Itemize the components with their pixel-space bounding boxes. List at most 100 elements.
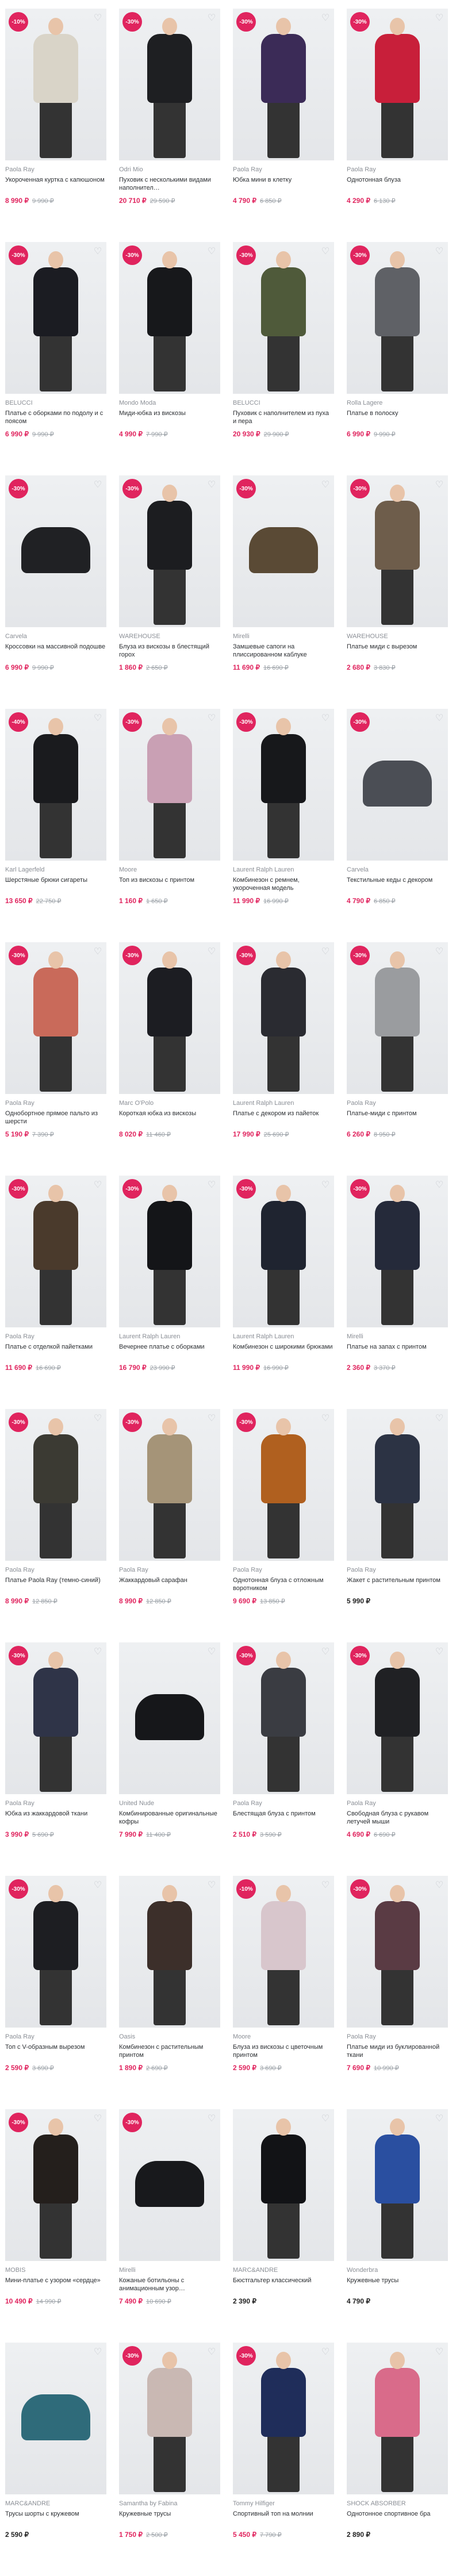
product-brand[interactable]: Rolla Lagere <box>347 400 448 407</box>
product-title[interactable]: Топ с V-образным вырезом <box>5 2043 106 2059</box>
product-title[interactable]: Короткая юбка из вискозы <box>119 1110 220 1126</box>
product-brand[interactable]: Tommy Hilfiger <box>233 2500 334 2508</box>
product-brand[interactable]: Carvela <box>5 633 106 640</box>
product-brand[interactable]: Paola Ray <box>233 1800 334 1807</box>
product-card[interactable]: -30% ♡ Paola Ray Юбка из жаккардовой ткани 3… <box>5 1642 106 1876</box>
product-title[interactable]: Однотонная блуза <box>347 176 448 192</box>
product-card[interactable]: -30% ♡ Mondo Moda Миди-юбка из вискозы 4 990… <box>119 242 220 475</box>
product-brand[interactable]: Paola Ray <box>119 1567 220 1574</box>
product-card[interactable]: -30% ♡ MOBIS Мини-платье с узором «сердце» 1… <box>5 2109 106 2343</box>
product-brand[interactable]: MARC&ANDRE <box>5 2500 106 2508</box>
product-title[interactable]: Жакет с растительным принтом <box>347 1576 448 1592</box>
favorite-heart-icon[interactable]: ♡ <box>434 2114 444 2124</box>
product-title[interactable]: Топ из вискозы с принтом <box>119 876 220 892</box>
product-card[interactable]: -30% ♡ Mirelli Платье на запах с принтом 2 3… <box>347 1176 448 1409</box>
product-brand[interactable]: MARC&ANDRE <box>233 2267 334 2274</box>
product-brand[interactable]: Paola Ray <box>5 1800 106 1807</box>
favorite-heart-icon[interactable]: ♡ <box>93 1647 103 1657</box>
product-card[interactable]: -30% ♡ Paola Ray Юбка мини в клетку 4 790 ₽ 6… <box>233 9 334 242</box>
product-image[interactable]: -30% ♡ <box>5 242 106 394</box>
favorite-heart-icon[interactable]: ♡ <box>320 947 331 957</box>
product-title[interactable]: Платье с оборками по подолу и с поясом <box>5 409 106 425</box>
product-title[interactable]: Блуза из вискозы с цветочным принтом <box>233 2043 334 2059</box>
product-card[interactable]: -30% ♡ Tommy Hilfiger Спортивный топ на мол… <box>233 2343 334 2576</box>
product-title[interactable]: Пуховик с наполнителем из пуха и пера <box>233 409 334 425</box>
product-card[interactable]: ♡ Wonderbra Кружевные трусы 4 790 ₽ <box>347 2109 448 2343</box>
product-title[interactable]: Мини-платье с узором «сердце» <box>5 2276 106 2293</box>
product-image[interactable]: ♡ <box>119 1876 220 2028</box>
favorite-heart-icon[interactable]: ♡ <box>320 1647 331 1657</box>
product-card[interactable]: -30% ♡ Laurent Ralph Lauren Комбинезон с ре… <box>233 709 334 942</box>
favorite-heart-icon[interactable]: ♡ <box>320 2347 331 2358</box>
product-brand[interactable]: Samantha by Fabina <box>119 2500 220 2508</box>
product-title[interactable]: Свободная блуза с рукавом летучей мыши <box>347 1810 448 1826</box>
product-title[interactable]: Комбинезон с широкими брюками <box>233 1343 334 1359</box>
product-title[interactable]: Жаккардовый сарафан <box>119 1576 220 1592</box>
product-image[interactable]: -30% ♡ <box>233 942 334 1094</box>
product-image[interactable]: -30% ♡ <box>347 1176 448 1327</box>
product-title[interactable]: Бюстгальтер классический <box>233 2276 334 2293</box>
favorite-heart-icon[interactable]: ♡ <box>320 713 331 724</box>
product-image[interactable]: ♡ <box>233 2109 334 2261</box>
product-brand[interactable]: Wonderbra <box>347 2267 448 2274</box>
product-brand[interactable]: Paola Ray <box>233 166 334 174</box>
favorite-heart-icon[interactable]: ♡ <box>206 480 217 490</box>
product-card[interactable]: -30% ♡ Laurent Ralph Lauren Комбинезон с ши… <box>233 1176 334 1409</box>
product-brand[interactable]: Laurent Ralph Lauren <box>119 1333 220 1341</box>
favorite-heart-icon[interactable]: ♡ <box>93 947 103 957</box>
favorite-heart-icon[interactable]: ♡ <box>206 1414 217 1424</box>
favorite-heart-icon[interactable]: ♡ <box>320 2114 331 2124</box>
product-title[interactable]: Платье Paola Ray (темно-синий) <box>5 1576 106 1592</box>
product-image[interactable]: -10% ♡ <box>233 1876 334 2028</box>
product-image[interactable]: -30% ♡ <box>5 1876 106 2028</box>
product-card[interactable]: ♡ MARC&ANDRE Бюстгальтер классический 2 390… <box>233 2109 334 2343</box>
product-image[interactable]: -30% ♡ <box>233 2343 334 2494</box>
favorite-heart-icon[interactable]: ♡ <box>93 247 103 257</box>
product-brand[interactable]: BELUCCI <box>233 400 334 407</box>
favorite-heart-icon[interactable]: ♡ <box>206 247 217 257</box>
product-card[interactable]: -30% ♡ Paola Ray Однотонная блуза 4 290 ₽ 6 1… <box>347 9 448 242</box>
product-brand[interactable]: Paola Ray <box>5 1567 106 1574</box>
product-title[interactable]: Платье-миди с принтом <box>347 1110 448 1126</box>
product-title[interactable]: Шерстяные брюки сигареты <box>5 876 106 892</box>
product-image[interactable]: -30% ♡ <box>233 242 334 394</box>
product-card[interactable]: ♡ MARC&ANDRE Трусы шорты с кружевом 2 590 ₽ <box>5 2343 106 2576</box>
product-card[interactable]: -40% ♡ Karl Lagerfeld Шерстяные брюки сигар… <box>5 709 106 942</box>
product-title[interactable]: Пуховик с несколькими видами наполнител… <box>119 176 220 192</box>
product-card[interactable]: -30% ♡ Rolla Lagere Платье в полоску 6 990 ₽… <box>347 242 448 475</box>
favorite-heart-icon[interactable]: ♡ <box>434 247 444 257</box>
product-title[interactable]: Платье с отделкой пайетками <box>5 1343 106 1359</box>
product-brand[interactable]: Paola Ray <box>233 1567 334 1574</box>
product-image[interactable]: -30% ♡ <box>119 2109 220 2261</box>
product-card[interactable]: -30% ♡ Paola Ray Топ с V-образным вырезом 2 … <box>5 1876 106 2109</box>
product-brand[interactable]: Moore <box>233 2033 334 2041</box>
favorite-heart-icon[interactable]: ♡ <box>93 2114 103 2124</box>
product-image[interactable]: -30% ♡ <box>119 709 220 861</box>
favorite-heart-icon[interactable]: ♡ <box>93 2347 103 2358</box>
product-image[interactable]: -30% ♡ <box>347 475 448 627</box>
product-brand[interactable]: WAREHOUSE <box>119 633 220 640</box>
product-image[interactable]: ♡ <box>347 1409 448 1561</box>
product-brand[interactable]: Paola Ray <box>5 2033 106 2041</box>
product-image[interactable]: -30% ♡ <box>347 1876 448 2028</box>
product-brand[interactable]: Paola Ray <box>347 166 448 174</box>
product-brand[interactable]: Mondo Moda <box>119 400 220 407</box>
product-card[interactable]: -30% ♡ Carvela Текстильные кеды с декором 4 … <box>347 709 448 942</box>
product-image[interactable]: -40% ♡ <box>5 709 106 861</box>
favorite-heart-icon[interactable]: ♡ <box>320 1180 331 1191</box>
product-title[interactable]: Замшевые сапоги на плиссированном каблук… <box>233 643 334 659</box>
product-card[interactable]: -30% ♡ Paola Ray Жаккардовый сарафан 8 990 ₽… <box>119 1409 220 1642</box>
product-image[interactable]: -30% ♡ <box>5 475 106 627</box>
product-brand[interactable]: Paola Ray <box>347 2033 448 2041</box>
product-card[interactable]: ♡ SHOCK ABSORBER Однотонное спортивное бра… <box>347 2343 448 2576</box>
product-card[interactable]: -10% ♡ Moore Блуза из вискозы с цветочным п… <box>233 1876 334 2109</box>
favorite-heart-icon[interactable]: ♡ <box>320 1880 331 1891</box>
product-card[interactable]: -30% ♡ Paola Ray Однобортное прямое пальто … <box>5 942 106 1176</box>
product-brand[interactable]: WAREHOUSE <box>347 633 448 640</box>
product-image[interactable]: -30% ♡ <box>347 9 448 160</box>
product-brand[interactable]: Marc O'Polo <box>119 1100 220 1107</box>
favorite-heart-icon[interactable]: ♡ <box>434 1880 444 1891</box>
product-title[interactable]: Кружевные трусы <box>347 2276 448 2293</box>
product-image[interactable]: -30% ♡ <box>5 1409 106 1561</box>
product-title[interactable]: Юбка из жаккардовой ткани <box>5 1810 106 1826</box>
